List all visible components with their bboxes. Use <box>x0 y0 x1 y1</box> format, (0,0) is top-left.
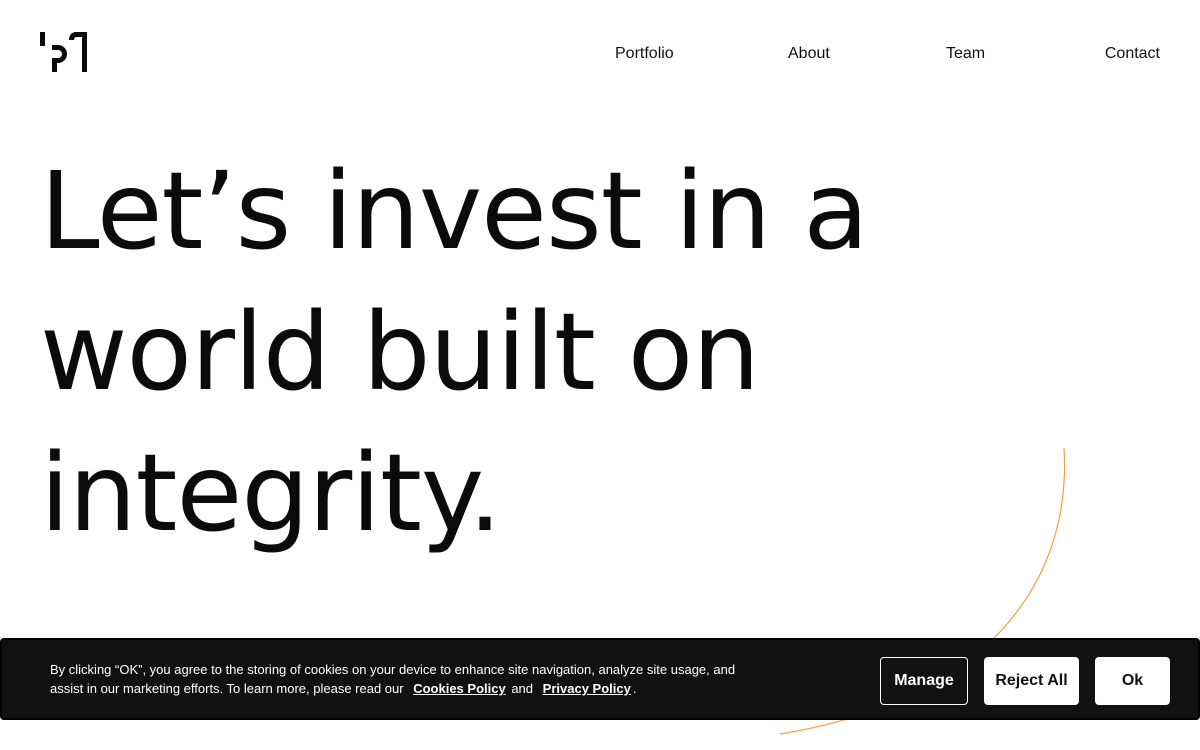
nav-link-about[interactable]: About <box>788 43 830 65</box>
main-nav: Portfolio About Team Contact <box>0 43 1200 65</box>
nav-link-portfolio[interactable]: Portfolio <box>615 43 674 65</box>
hero-line-2: world built on <box>40 291 760 415</box>
cookie-message: By clicking “OK”, you agree to the stori… <box>50 660 750 698</box>
hero-headline: Let’s invest in a world built on integri… <box>40 142 940 565</box>
ok-button[interactable]: Ok <box>1095 657 1170 705</box>
hero-line-1: Let’s invest in a <box>40 150 869 274</box>
privacy-policy-link[interactable]: Privacy Policy <box>543 681 631 696</box>
nav-link-team[interactable]: Team <box>946 43 985 65</box>
cookie-period: . <box>632 681 637 696</box>
cookie-and-text: and <box>511 681 534 696</box>
hero-line-3: integrity. <box>40 432 502 556</box>
manage-cookies-button[interactable]: Manage <box>880 657 968 705</box>
page: Portfolio About Team Contact Let’s inves… <box>0 0 1200 750</box>
reject-all-button[interactable]: Reject All <box>984 657 1079 705</box>
nav-link-contact[interactable]: Contact <box>1105 43 1160 65</box>
cookies-policy-link[interactable]: Cookies Policy <box>413 681 505 696</box>
cookie-banner: By clicking “OK”, you agree to the stori… <box>0 638 1200 720</box>
